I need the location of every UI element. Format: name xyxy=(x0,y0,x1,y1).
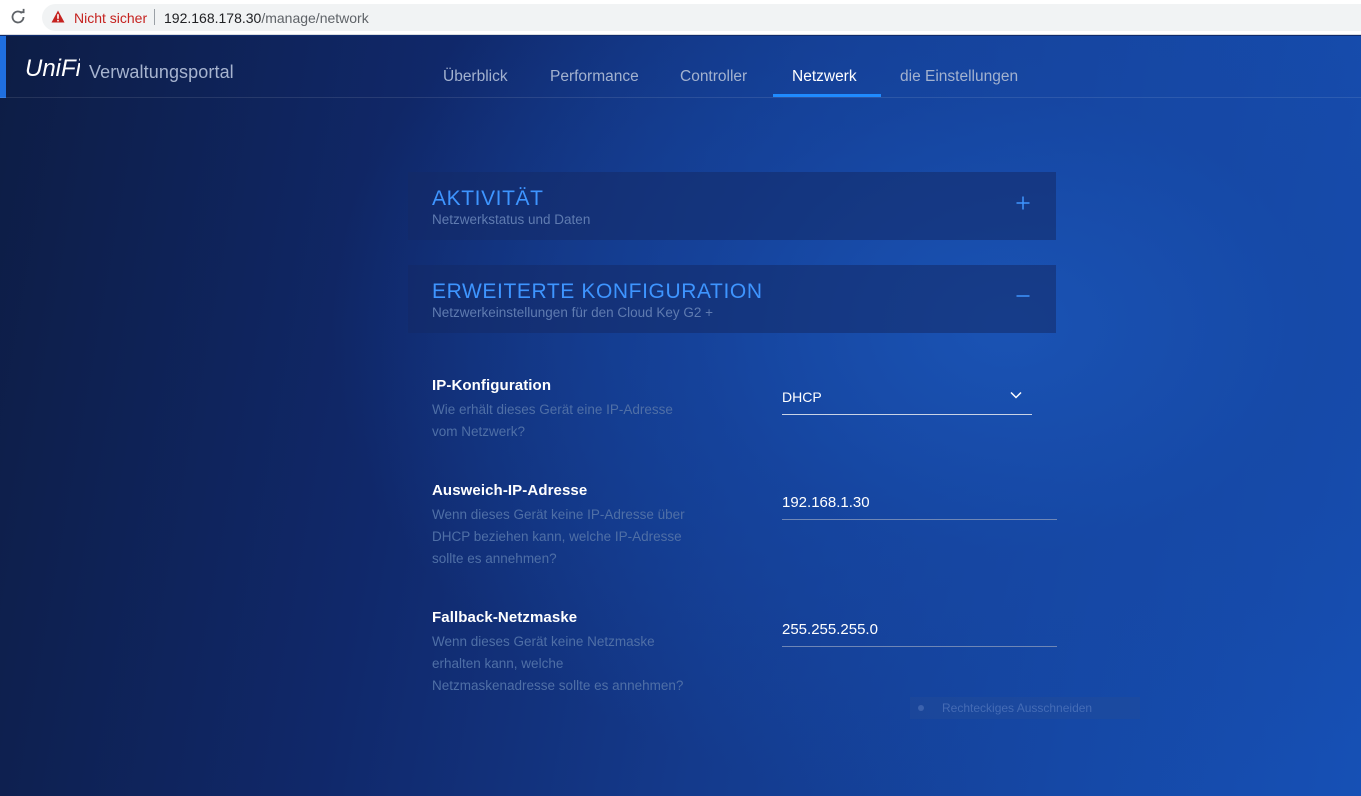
tab-network[interactable]: Netzwerk xyxy=(792,68,857,86)
advanced-config-panel-subtitle: Netzwerkeinstellungen für den Cloud Key … xyxy=(432,305,714,320)
fallback-netmask-help-line: Wenn dieses Gerät keine Netzmaske xyxy=(432,634,655,649)
tab-performance[interactable]: Performance xyxy=(550,68,639,86)
nav-divider xyxy=(0,97,1361,98)
activity-panel-title: AKTIVITÄT xyxy=(432,187,544,210)
minus-icon[interactable] xyxy=(1016,289,1030,303)
ip-config-help: Wie erhält dieses Gerät eine IP-Adresse … xyxy=(432,399,692,443)
fallback-ip-input[interactable]: 192.168.1.30 xyxy=(782,486,1057,520)
fallback-netmask-input[interactable]: 255.255.255.0 xyxy=(782,613,1057,647)
address-bar[interactable]: Nicht sicher 192.168.178.30/manage/netwo… xyxy=(42,4,1361,31)
advanced-config-panel-header[interactable]: ERWEITERTE KONFIGURATION Netzwerkeinstel… xyxy=(408,265,1056,333)
ip-config-label: IP-Konfiguration xyxy=(432,377,552,394)
security-status[interactable]: Nicht sicher xyxy=(74,10,147,26)
fallback-ip-value: 192.168.1.30 xyxy=(782,494,870,511)
header-accent-bar xyxy=(0,36,6,98)
fallback-netmask-value: 255.255.255.0 xyxy=(782,621,878,638)
unifi-logo: UniFi xyxy=(25,55,80,82)
url-host: 192.168.178.30 xyxy=(164,10,262,26)
plus-icon[interactable] xyxy=(1016,196,1030,210)
portal-title: Verwaltungsportal xyxy=(89,62,234,82)
fallback-netmask-help: Wenn dieses Gerät keine Netzmaske erhalt… xyxy=(432,631,692,697)
reload-icon[interactable] xyxy=(9,8,27,26)
url-text[interactable]: 192.168.178.30/manage/network xyxy=(164,10,369,26)
snip-dot-icon xyxy=(918,705,924,711)
activity-panel-header[interactable]: AKTIVITÄT Netzwerkstatus und Daten xyxy=(408,172,1056,240)
tab-overview[interactable]: Überblick xyxy=(443,68,508,86)
tab-settings[interactable]: die Einstellungen xyxy=(900,68,1018,86)
tab-controller[interactable]: Controller xyxy=(680,68,747,86)
snipping-tool-hint: Rechteckiges Ausschneiden xyxy=(910,697,1140,719)
fallback-netmask-label: Fallback-Netzmaske xyxy=(432,609,578,626)
ip-config-selected-value: DHCP xyxy=(782,389,822,405)
logo-text: UniFi xyxy=(25,55,80,82)
ip-config-help-line: Wie erhält dieses Gerät eine IP-Adresse xyxy=(432,402,673,417)
url-path: /manage/network xyxy=(261,10,369,26)
fallback-ip-help-line: Wenn dieses Gerät keine IP-Adresse über xyxy=(432,507,685,522)
activity-panel-subtitle: Netzwerkstatus und Daten xyxy=(432,212,591,227)
advanced-config-panel-title: ERWEITERTE KONFIGURATION xyxy=(432,280,763,303)
chevron-down-icon xyxy=(1010,391,1022,399)
fallback-ip-help-line: sollte es annehmen? xyxy=(432,551,557,566)
address-separator xyxy=(154,9,155,25)
fallback-ip-label: Ausweich-IP-Adresse xyxy=(432,482,588,499)
browser-toolbar: Nicht sicher 192.168.178.30/manage/netwo… xyxy=(0,0,1361,35)
ip-config-select[interactable]: DHCP xyxy=(782,381,1032,415)
app-container: UniFi Verwaltungsportal Überblick Perfor… xyxy=(0,36,1361,796)
snipping-tool-label: Rechteckiges Ausschneiden xyxy=(942,701,1093,715)
active-tab-indicator xyxy=(773,94,881,97)
fallback-ip-help-line: DHCP beziehen kann, welche IP-Adresse xyxy=(432,529,682,544)
fallback-netmask-help-line: Netzmaskenadresse sollte es annehmen? xyxy=(432,678,684,693)
fallback-netmask-help-line: erhalten kann, welche xyxy=(432,656,564,671)
fallback-ip-help: Wenn dieses Gerät keine IP-Adresse über … xyxy=(432,504,692,570)
ip-config-help-line: vom Netzwerk? xyxy=(432,424,526,439)
warning-icon[interactable] xyxy=(51,10,65,23)
